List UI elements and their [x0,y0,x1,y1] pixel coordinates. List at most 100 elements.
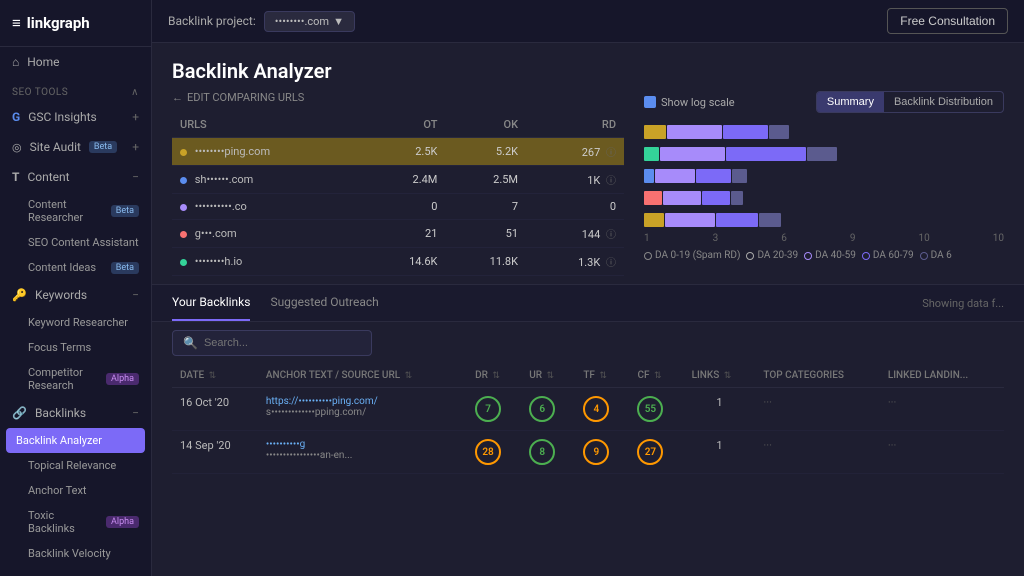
search-icon: 🔍 [183,336,198,350]
bar-row [644,211,1004,229]
ur-cell: 8 [521,431,575,474]
sidebar-item-backlink-analyzer[interactable]: Backlink Analyzer [6,428,145,453]
sidebar-item-content-ideas[interactable]: Content Ideas Beta [0,255,151,280]
sidebar-item-content-researcher[interactable]: Content Researcher Beta [0,192,151,230]
url-rd: 0 [526,194,624,220]
dr-cell: 28 [467,431,521,474]
main-content: Backlink project: ••••••••.com ▼ Free Co… [152,0,1024,576]
ur-circle: 8 [529,439,555,465]
collapse-icon[interactable]: − [132,288,139,302]
content-icon: T [12,170,19,184]
legend-dot [920,252,928,260]
sidebar-item-content[interactable]: T Content − [0,162,151,192]
tab-your-backlinks[interactable]: Your Backlinks [172,285,250,321]
url-table-container: ← EDIT COMPARING URLS URLS OT OK RD [172,91,624,276]
label: Toxic Backlinks [28,509,102,535]
backlinks-table-row[interactable]: 14 Sep '20 ••••••••••g ••••••••••••••••a… [172,431,1004,474]
legend-dot [644,252,652,260]
cf-circle: 27 [637,439,663,465]
bar-segment [716,213,758,227]
sidebar-item-anchor-text[interactable]: Anchor Text [0,478,151,503]
url-table-row[interactable]: sh••••••.com 2.4M 2.5M 1K ⓘ [172,166,624,194]
keywords-icon: 🔑 [12,288,27,302]
anchor-source: ••••••••••••••••an-en... [266,450,459,461]
sidebar-item-label: Site Audit [30,140,81,154]
sidebar-item-gsc-insights[interactable]: G GSC Insights + [0,102,151,132]
url-ot: 2.5K [365,138,446,166]
url-ok: 7 [445,194,526,220]
linked-landing-cell: ··· [880,431,1004,474]
links-cell: 1 [684,388,756,431]
bar-segment [731,191,743,205]
sidebar-item-toxic-backlinks[interactable]: Toxic Backlinks Alpha [0,503,151,541]
show-log-scale[interactable]: Show log scale [644,96,735,109]
backlinks-table-row[interactable]: 16 Oct '20 https://••••••••••ping.com/ s… [172,388,1004,431]
col-rd: RD [526,112,624,138]
label: Keyword Researcher [28,316,128,329]
free-consultation-button[interactable]: Free Consultation [887,8,1008,34]
showing-data-label: Showing data f... [922,297,1004,310]
bar-segment [769,125,789,139]
sidebar-item-site-audit[interactable]: ◎ Site Audit Beta + [0,132,151,162]
legend-item: DA 20-39 [746,250,798,261]
url-text: g•••.com [195,227,237,240]
bar-segment [702,191,730,205]
sidebar-item-keywords[interactable]: 🔑 Keywords − [0,280,151,310]
sidebar-item-home[interactable]: ⌂ Home [0,47,151,77]
url-table-row[interactable]: ••••••••h.io 14.6K 11.8K 1.3K ⓘ [172,248,624,276]
dr-circle: 7 [475,396,501,422]
add-icon[interactable]: + [132,140,139,154]
tab-suggested-outreach[interactable]: Suggested Outreach [270,285,378,321]
logo[interactable]: ≡ linkgraph [0,0,151,47]
analyzer-section: ← EDIT COMPARING URLS URLS OT OK RD [152,91,1024,284]
sidebar-item-competitor-research[interactable]: Competitor Research Alpha [0,360,151,398]
sidebar-item-keyword-researcher[interactable]: Keyword Researcher [0,310,151,335]
cf-circle: 55 [637,396,663,422]
bar-row [644,189,1004,207]
sidebar-item-label: Backlinks [35,406,86,420]
sidebar-item-backlink-velocity[interactable]: Backlink Velocity [0,541,151,566]
beta-badge: Beta [111,262,139,274]
sidebar-item-topical-relevance[interactable]: Topical Relevance [0,453,151,478]
chart-container: Show log scale Summary Backlink Distribu… [624,91,1004,276]
log-scale-checkbox[interactable] [644,96,656,108]
url-table-row[interactable]: ••••••••••.co 0 7 0 [172,194,624,220]
tab-summary[interactable]: Summary [817,92,884,112]
tab-backlink-distribution[interactable]: Backlink Distribution [884,92,1003,112]
url-table-row[interactable]: g•••.com 21 51 144 ⓘ [172,220,624,248]
bar-segment [726,147,806,161]
label: Anchor Text [28,484,87,497]
edit-comparing-button[interactable]: ← EDIT COMPARING URLS [172,91,624,104]
sidebar: ≡ linkgraph ⌂ Home SEO Tools ∧ G GSC Ins… [0,0,152,576]
collapse-icon[interactable]: − [132,170,139,184]
gsc-icon: G [12,110,20,124]
logo-icon: ≡ [12,14,21,32]
backlinks-table: DATE ⇅ ANCHOR TEXT / SOURCE URL ⇅ DR ⇅ U… [172,364,1004,474]
url-table-row[interactable]: ••••••••ping.com 2.5K 5.2K 267 ⓘ [172,138,624,166]
legend-dot [862,252,870,260]
label: Competitor Research [28,366,102,392]
chart-x-axis: 1 3 6 9 10 10 [644,229,1004,246]
url-ok: 51 [445,220,526,248]
bar-segment [660,147,725,161]
project-selector[interactable]: ••••••••.com ▼ [264,11,355,32]
add-icon[interactable]: + [132,110,139,124]
bar-segment [759,213,781,227]
search-input[interactable] [204,337,354,349]
cf-cell: 55 [629,388,683,431]
url-ot: 2.4M [365,166,446,194]
collapse-icon[interactable]: − [132,406,139,420]
label: SEO Content Assistant [28,236,139,249]
tf-cell: 9 [575,431,629,474]
linked-landing-cell: ··· [880,388,1004,431]
sidebar-item-seo-content-assistant[interactable]: SEO Content Assistant [0,230,151,255]
url-dot [180,259,187,266]
sidebar-item-label: Keywords [35,288,87,302]
url-ok: 2.5M [445,166,526,194]
legend-item: DA 60-79 [862,250,914,261]
bar-row [644,145,1004,163]
sidebar-item-focus-terms[interactable]: Focus Terms [0,335,151,360]
url-rd: 1.3K ⓘ [526,248,624,276]
backlink-project-label: Backlink project: [168,14,256,28]
sidebar-item-backlinks[interactable]: 🔗 Backlinks − [0,398,151,428]
